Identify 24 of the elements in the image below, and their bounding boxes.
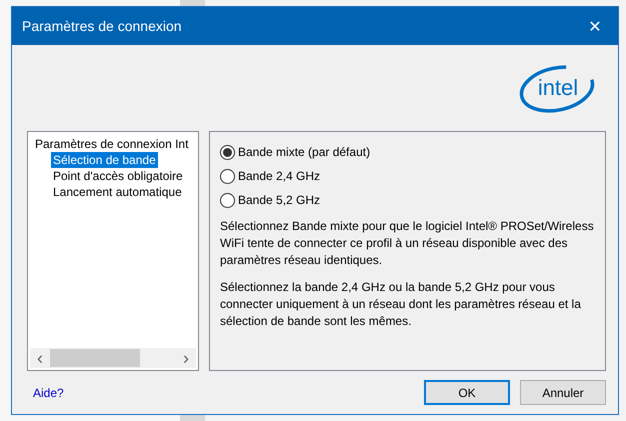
- ok-button[interactable]: OK: [424, 380, 510, 405]
- horizontal-scrollbar[interactable]: ‹ ›: [30, 348, 196, 368]
- tree-item[interactable]: Sélection de bande: [51, 152, 158, 168]
- scrollbar-thumb[interactable]: [50, 349, 140, 367]
- description-text: Sélectionnez Bande mixte pour que le logiciel Intel® PROSet/Wireless WiFi tente de connecter ce profil à un réseau disponible avec des paramètres réseau identiques.: [220, 218, 595, 269]
- band-radio[interactable]: Bande 5,2 GHz: [220, 188, 597, 212]
- cancel-button[interactable]: Annuler: [520, 380, 606, 405]
- radio-label[interactable]: Bande 5,2 GHz: [238, 193, 320, 207]
- radio-label[interactable]: Bande mixte (par défaut): [238, 145, 370, 159]
- window-title: Paramètres de connexion: [22, 18, 182, 34]
- close-button[interactable]: ✕: [572, 7, 618, 45]
- help-link[interactable]: Aide?: [33, 386, 64, 400]
- radio-button[interactable]: [220, 144, 235, 160]
- radio-label[interactable]: Bande 2,4 GHz: [238, 169, 320, 183]
- band-radio[interactable]: Bande 2,4 GHz: [220, 164, 597, 188]
- band-radio[interactable]: Bande mixte (par défaut): [220, 140, 597, 164]
- description-text: Sélectionnez la bande 2,4 GHz ou la bande 5,2 GHz pour vous connecter uniquement à un réseau dont les paramètres réseau et la sélection de bande sont les mêmes.: [220, 279, 582, 330]
- tree-item[interactable]: Paramètres de connexion Int: [33, 136, 190, 152]
- radio-button[interactable]: [220, 168, 235, 184]
- scroll-left-button[interactable]: ‹: [30, 348, 50, 368]
- radio-button[interactable]: [220, 192, 235, 208]
- scroll-right-button[interactable]: ›: [176, 348, 196, 368]
- tree-item[interactable]: Point d'accès obligatoire: [51, 168, 185, 184]
- tree-item[interactable]: Lancement automatique: [51, 184, 184, 200]
